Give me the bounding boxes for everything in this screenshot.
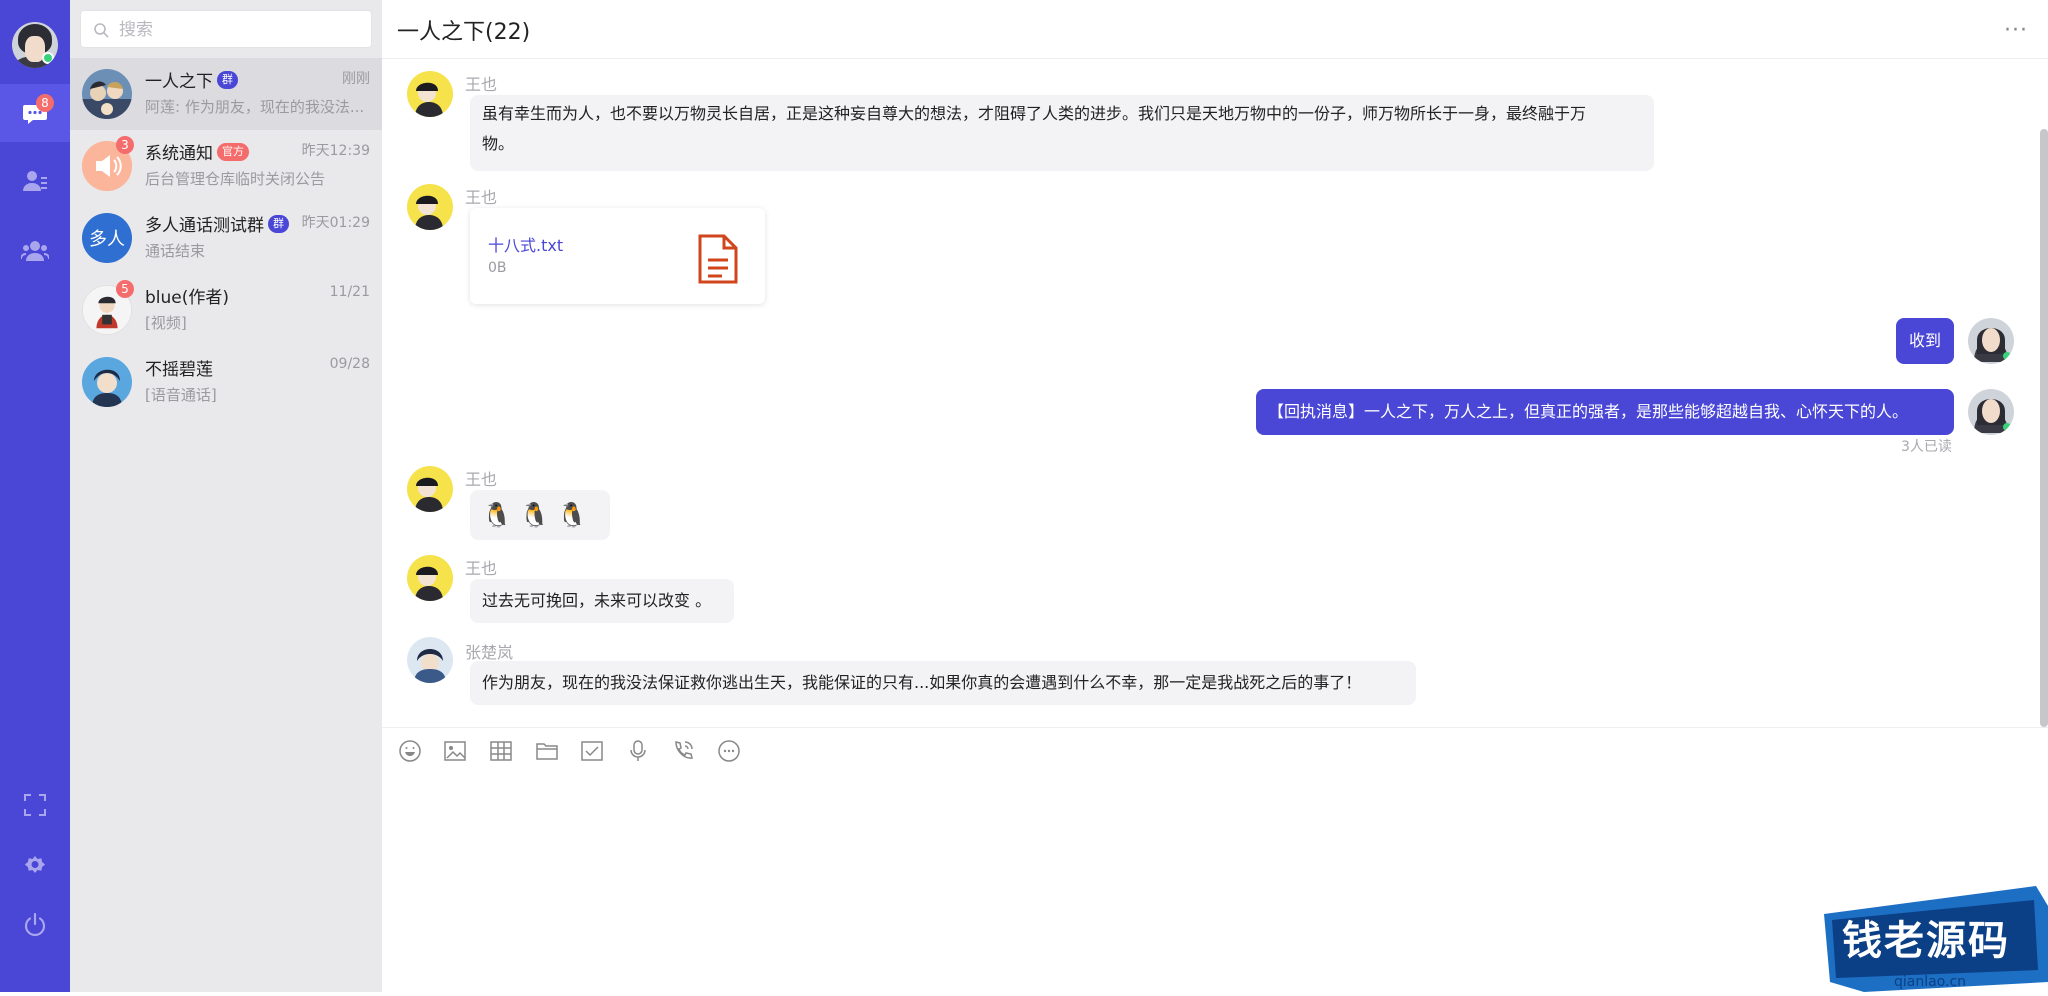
sender-avatar[interactable] bbox=[407, 555, 453, 601]
file-message[interactable]: 十八式.txt 0B bbox=[470, 208, 765, 304]
contacts-icon bbox=[23, 171, 47, 191]
chat-unread-badge: 8 bbox=[36, 94, 54, 112]
emoji-message[interactable]: 🐧 🐧 🐧 bbox=[470, 490, 610, 540]
conversation-preview: 后台管理仓库临时关闭公告 bbox=[145, 170, 326, 188]
conversation-time: 刚刚 bbox=[342, 71, 370, 87]
conversation-panel: 一人之下群 刚刚 阿莲: 作为朋友，现在的我没法... 3 系统通知官方 昨天1… bbox=[70, 0, 382, 992]
search-icon bbox=[94, 23, 109, 38]
conversation-preview: [语音通话] bbox=[145, 386, 217, 404]
user-avatar[interactable] bbox=[12, 22, 58, 68]
folder-button[interactable] bbox=[534, 738, 560, 764]
more-options-button[interactable]: ··· bbox=[2004, 18, 2028, 43]
conversation-avatar bbox=[82, 69, 132, 119]
mic-icon bbox=[630, 740, 646, 761]
unread-badge: 3 bbox=[116, 136, 134, 154]
search-input[interactable] bbox=[117, 11, 361, 49]
message-list: 王也 虽有幸生而为人，也不要以万物灵长自居，正是这种妄自尊大的想法，才阻碍了人类… bbox=[382, 59, 2048, 727]
input-toolbar bbox=[382, 727, 2048, 768]
nav-groups-button[interactable] bbox=[0, 222, 70, 280]
sidebar-rail: 8 bbox=[0, 0, 70, 992]
sender-name: 王也 bbox=[465, 470, 498, 489]
voice-button[interactable] bbox=[625, 738, 651, 764]
conversation-name: 系统通知 bbox=[145, 144, 213, 164]
table-button[interactable] bbox=[488, 738, 514, 764]
nav-chat-button[interactable]: 8 bbox=[0, 84, 70, 142]
sender-avatar[interactable] bbox=[407, 184, 453, 230]
conversation-time: 11/21 bbox=[329, 284, 370, 300]
unread-badge: 5 bbox=[116, 280, 134, 298]
sender-name: 王也 bbox=[465, 75, 498, 94]
fullscreen-button[interactable] bbox=[0, 776, 70, 834]
sender-avatar[interactable] bbox=[407, 71, 453, 117]
file-size: 0B bbox=[488, 260, 507, 276]
groups-icon bbox=[21, 241, 49, 261]
conversation-item[interactable]: 多人 多人通话测试群群 昨天01:29 通话结束 bbox=[70, 202, 382, 274]
my-avatar[interactable] bbox=[1968, 318, 2014, 364]
logout-button[interactable] bbox=[0, 896, 70, 954]
conversation-item[interactable]: 5 blue(作者) 11/21 [视频] bbox=[70, 274, 382, 346]
watermark-title: 钱老源码 bbox=[1842, 918, 2010, 964]
conversation-time: 昨天12:39 bbox=[301, 143, 370, 159]
conversation-avatar bbox=[82, 357, 132, 407]
chat-bubble-icon bbox=[718, 740, 740, 762]
image-icon bbox=[444, 741, 466, 761]
watermark-url: qianlao.cn bbox=[1894, 974, 1967, 990]
conversation-name: 一人之下 bbox=[145, 72, 213, 92]
settings-button[interactable] bbox=[0, 836, 70, 894]
conversation-name: 不摇碧莲 bbox=[145, 360, 213, 380]
conversation-time: 09/28 bbox=[329, 356, 370, 372]
watermark-logo: 钱老源码 qianlao.cn bbox=[1824, 886, 2048, 992]
sender-avatar[interactable] bbox=[407, 466, 453, 512]
my-message-bubble[interactable]: 收到 bbox=[1896, 318, 1954, 364]
search-box[interactable] bbox=[80, 10, 372, 49]
conversation-preview: [视频] bbox=[145, 314, 187, 332]
call-button[interactable] bbox=[670, 738, 696, 764]
image-button[interactable] bbox=[442, 738, 468, 764]
sender-avatar[interactable] bbox=[407, 637, 453, 683]
group-tag: 群 bbox=[217, 70, 238, 89]
conversation-avatar: 多人 bbox=[82, 213, 132, 263]
message-text: 虽有幸生而为人，也不要以万物灵长自居，正是这种妄自尊大的想法，才阻碍了人类的进步… bbox=[482, 104, 1587, 123]
conversation-item[interactable]: 不摇碧莲 09/28 [语音通话] bbox=[70, 346, 382, 418]
emoji-icon bbox=[399, 740, 421, 762]
file-name[interactable]: 十八式.txt bbox=[488, 232, 563, 256]
message-bubble[interactable]: 作为朋友，现在的我没法保证救你逃出生天，我能保证的只有...如果你真的会遭遇到什… bbox=[470, 661, 1416, 705]
conversation-item[interactable]: 3 系统通知 官方 昨天12:39 后台管理仓库临时关闭公告 bbox=[70, 130, 382, 202]
table-icon bbox=[490, 741, 512, 761]
conversation-item[interactable]: 一人之下群 刚刚 阿莲: 作为朋友，现在的我没法... bbox=[70, 58, 382, 130]
sender-name: 王也 bbox=[465, 188, 498, 207]
read-receipt[interactable]: 3人已读 bbox=[1901, 436, 1952, 456]
gear-icon bbox=[24, 856, 46, 873]
power-icon bbox=[24, 912, 46, 937]
sender-name: 张楚岚 bbox=[465, 643, 514, 662]
fullscreen-icon bbox=[24, 794, 46, 816]
nav-contacts-button[interactable] bbox=[0, 152, 70, 210]
phone-icon bbox=[675, 741, 693, 759]
message-text: 物。 bbox=[482, 134, 515, 153]
chat-header: 一人之下(22) ··· bbox=[382, 0, 2048, 59]
online-indicator bbox=[42, 52, 54, 64]
scrollbar[interactable] bbox=[2040, 129, 2048, 727]
my-avatar[interactable] bbox=[1968, 389, 2014, 435]
message-button[interactable] bbox=[716, 738, 742, 764]
emoji-button[interactable] bbox=[397, 738, 423, 764]
conversation-time: 昨天01:29 bbox=[301, 215, 370, 231]
folder-icon bbox=[536, 743, 558, 760]
conversation-name: 多人通话测试群 bbox=[145, 216, 264, 236]
my-message-bubble[interactable]: 【回执消息】一人之下，万人之上，但真正的强者，是那些能够超越自我、心怀天下的人。 bbox=[1256, 389, 1954, 435]
sender-name: 王也 bbox=[465, 559, 498, 578]
chat-area: 一人之下(22) ··· 王也 虽有幸生而为人，也不要以万物灵长自居，正是这种妄… bbox=[382, 0, 2048, 992]
document-icon bbox=[698, 234, 738, 284]
conversation-name: blue(作者) bbox=[145, 288, 230, 308]
check-button[interactable] bbox=[579, 738, 605, 764]
message-bubble[interactable]: 虽有幸生而为人，也不要以万物灵长自居，正是这种妄自尊大的想法，才阻碍了人类的进步… bbox=[470, 95, 1654, 171]
conversation-preview: 通话结束 bbox=[145, 242, 206, 260]
group-tag: 群 bbox=[268, 214, 289, 233]
conversation-preview: 阿莲: 作为朋友，现在的我没法... bbox=[145, 98, 365, 116]
check-icon bbox=[581, 741, 603, 761]
message-bubble[interactable]: 过去无可挽回，未来可以改变 。 bbox=[470, 579, 734, 623]
official-tag: 官方 bbox=[217, 142, 249, 161]
chat-title: 一人之下(22) bbox=[397, 20, 531, 45]
